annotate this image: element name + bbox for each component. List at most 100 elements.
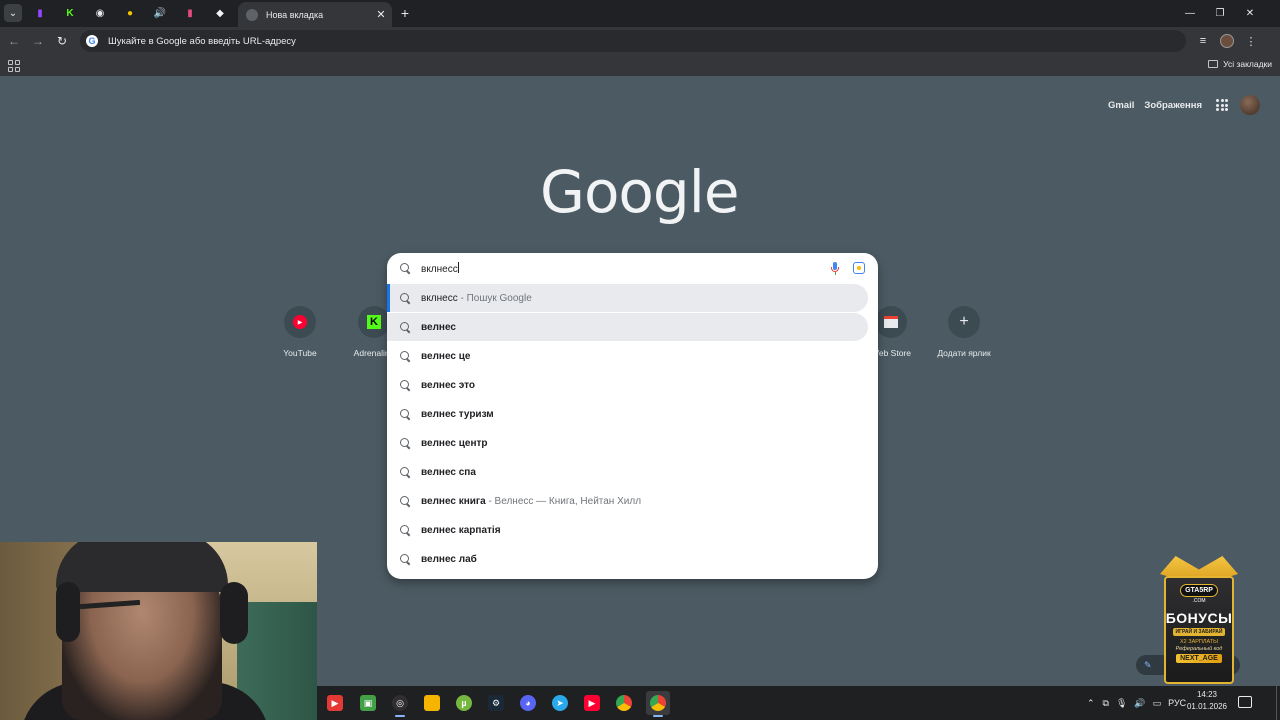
profile-button[interactable] xyxy=(1219,33,1235,49)
suggestion-row[interactable]: велнес карпатія xyxy=(387,516,868,544)
volume-icon[interactable]: 🔊 xyxy=(1134,698,1145,709)
taskbar-app-green[interactable]: ▣ xyxy=(356,691,380,715)
suggestion-query: велнес це xyxy=(421,350,471,362)
search-icon xyxy=(400,263,411,274)
pinned-tab[interactable]: ◉ xyxy=(85,4,115,23)
search-icon xyxy=(400,408,411,420)
profile-avatar xyxy=(1220,34,1234,48)
taskbar-app-utorrent[interactable]: µ xyxy=(452,691,476,715)
minimize-button[interactable]: — xyxy=(1180,4,1200,22)
bonus-signature: Реферальный код xyxy=(1175,646,1223,652)
search-icon xyxy=(400,321,411,333)
search-box[interactable]: вклнесс xyxy=(387,253,878,284)
taskbar-file-explorer[interactable] xyxy=(420,691,444,715)
suggestion-row[interactable]: велнес xyxy=(387,313,868,341)
browser-toolbar: ← → ↻ G Шукайте в Google або введіть URL… xyxy=(0,27,1280,56)
tab-new-tab[interactable]: Нова вкладка ✕ xyxy=(238,2,392,27)
discord-icon: ◕ xyxy=(520,695,536,711)
shortcut-add[interactable]: + Додати ярлик xyxy=(929,306,999,358)
close-tab-icon[interactable]: ✕ xyxy=(374,8,388,22)
suggestion-row[interactable]: велнес це xyxy=(387,342,868,370)
media-control-icon[interactable]: ≡ xyxy=(1195,33,1211,49)
bonus-title: БОНУСЫ xyxy=(1165,610,1233,626)
language-indicator[interactable]: РУС xyxy=(1168,698,1186,708)
bonus-line: Х2 ЗАРПЛАТЫ xyxy=(1180,639,1218,645)
chrome-icon xyxy=(650,695,666,711)
taskbar-app-red[interactable]: ▶ xyxy=(323,691,347,715)
forward-button[interactable]: → xyxy=(30,33,46,49)
microphone-icon[interactable] xyxy=(830,262,840,275)
google-apps-icon[interactable] xyxy=(1216,99,1228,111)
pinned-tab[interactable]: ◆ xyxy=(205,4,235,23)
taskbar-discord[interactable]: ◕ xyxy=(516,691,540,715)
images-link[interactable]: Зображення xyxy=(1144,100,1202,111)
suggestion-row[interactable]: велнес центр xyxy=(387,429,868,457)
suggestion-description: - Пошук Google xyxy=(457,292,532,304)
query-text: вклнесс xyxy=(421,264,458,275)
chevron-down-icon: ⌄ xyxy=(8,7,18,19)
clock[interactable]: 14:23 01.01.2026 xyxy=(1186,689,1228,713)
shortcut-label: YouTube xyxy=(283,348,317,358)
red-app-icon: ▶ xyxy=(327,695,343,711)
network-icon[interactable]: ▭ xyxy=(1153,698,1162,709)
bookmarks-bar: Усі закладки xyxy=(0,56,1280,76)
taskbar-telegram[interactable]: ➤ xyxy=(548,691,572,715)
suggestion-text: велнес центр xyxy=(421,438,488,449)
kick-icon: K xyxy=(358,306,390,338)
pinned-tab[interactable]: ● xyxy=(115,4,145,23)
pinned-tab[interactable]: 🔊 xyxy=(145,4,175,23)
chrome-icon xyxy=(246,8,258,21)
suggestion-text: велнес спа xyxy=(421,467,476,478)
restore-button[interactable]: ❐ xyxy=(1210,4,1230,22)
suggestion-query: велнес туризм xyxy=(421,408,494,420)
pinned-tab[interactable]: ▮ xyxy=(25,4,55,23)
taskbar-youtube[interactable]: ▶ xyxy=(580,691,604,715)
taskbar-app-obs[interactable]: ◎ xyxy=(388,691,412,717)
show-desktop-button[interactable] xyxy=(1276,686,1280,720)
pinned-tab[interactable]: ▮ xyxy=(175,4,205,23)
search-icon xyxy=(400,466,411,478)
system-tray: ⌃ ⧉ 🎙 🔊 ▭ РУС xyxy=(1087,686,1186,720)
shortcut-youtube[interactable]: ▶ YouTube xyxy=(265,306,335,358)
notifications-icon[interactable] xyxy=(1238,696,1252,708)
suggestion-text: велнес лаб xyxy=(421,554,477,565)
new-tab-button[interactable]: + xyxy=(396,4,414,22)
pinned-tab[interactable]: K xyxy=(55,4,85,23)
back-button[interactable]: ← xyxy=(6,33,22,49)
suggestion-row[interactable]: вклнесс - Пошук Google xyxy=(387,284,868,312)
bonus-logo: GTA5RP xyxy=(1180,584,1218,597)
account-avatar[interactable] xyxy=(1240,95,1260,115)
suggestion-row[interactable]: велнес книга - Велнесс — Книга, Нейтан Х… xyxy=(387,487,868,515)
apps-grid-icon[interactable] xyxy=(8,60,20,72)
suggestion-row[interactable]: велнес лаб xyxy=(387,545,868,573)
close-window-button[interactable]: ✕ xyxy=(1240,4,1260,22)
clock-time: 14:23 xyxy=(1196,690,1218,699)
bonus-tagline: ИГРАЙ И ЗАБИРАЙ xyxy=(1172,628,1226,636)
search-icon xyxy=(400,553,411,565)
suggestion-row[interactable]: велнес туризм xyxy=(387,400,868,428)
taskbar-steam[interactable]: ⚙ xyxy=(484,691,508,715)
suggestion-query: велнес xyxy=(421,321,456,333)
tab-title: Нова вкладка xyxy=(266,9,324,20)
search-icon xyxy=(400,379,411,391)
omnibox-placeholder: Шукайте в Google або введіть URL-адресу xyxy=(108,35,296,47)
suggestion-query: велнес лаб xyxy=(421,553,477,565)
tray-app-icon[interactable]: ⧉ xyxy=(1103,698,1109,709)
suggestion-query: вклнесс xyxy=(421,292,458,304)
suggestion-row[interactable]: велнес это xyxy=(387,371,868,399)
chevron-up-icon[interactable]: ⌃ xyxy=(1087,698,1095,709)
google-lens-icon[interactable] xyxy=(853,262,865,274)
taskbar-chrome[interactable] xyxy=(612,691,636,715)
reload-button[interactable]: ↻ xyxy=(54,33,70,49)
suggestion-row[interactable]: велнес спа xyxy=(387,458,868,486)
clock-date: 01.01.2026 xyxy=(1186,702,1228,711)
twitch-icon: ▮ xyxy=(37,8,43,19)
taskbar-chrome-active[interactable] xyxy=(646,691,670,717)
tab-search-button[interactable]: ⌄ xyxy=(4,4,22,22)
gmail-link[interactable]: Gmail xyxy=(1108,100,1134,111)
menu-kebab-icon[interactable]: ⋮ xyxy=(1243,33,1259,49)
microphone-icon[interactable]: 🎙 xyxy=(1116,698,1127,709)
omnibox[interactable]: G Шукайте в Google або введіть URL-адрес… xyxy=(80,30,1186,52)
all-bookmarks-button[interactable]: Усі закладки xyxy=(1208,59,1272,69)
search-input[interactable]: вклнесс xyxy=(421,262,801,275)
